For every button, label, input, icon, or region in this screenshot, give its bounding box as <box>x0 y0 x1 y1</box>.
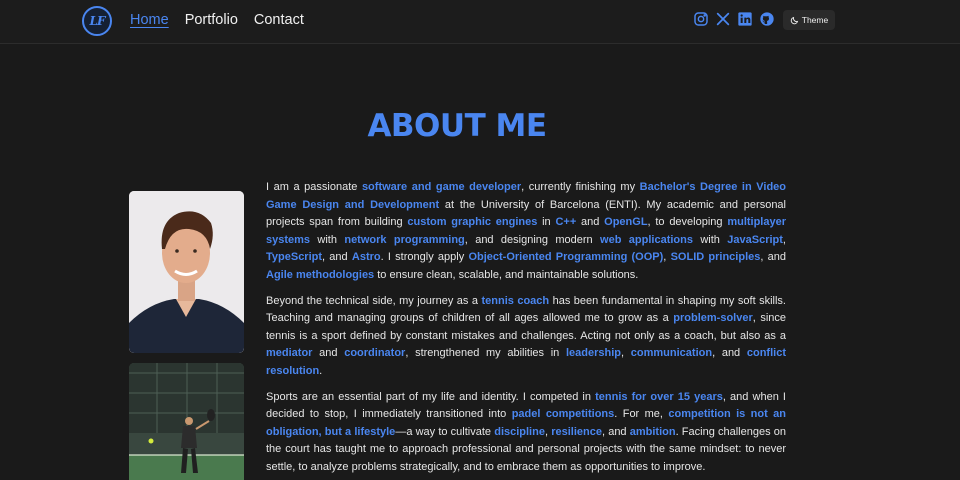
body-text: , and designing modern <box>464 233 601 246</box>
body-text: , and <box>322 251 352 263</box>
github-icon[interactable] <box>759 11 775 27</box>
body-text: . <box>319 364 323 377</box>
highlighted-text: ambition <box>629 425 676 438</box>
body-text: to ensure clean, scalable, and maintaina… <box>374 268 639 281</box>
highlighted-text: discipline <box>494 425 545 438</box>
body-text: with <box>310 233 345 246</box>
social-links <box>693 11 775 27</box>
body-text: , <box>663 251 671 263</box>
highlighted-text: network programming <box>344 233 465 246</box>
body-text: , and <box>712 347 747 359</box>
highlighted-text: JavaScript <box>727 233 783 246</box>
about-text: I am a passionate software and game deve… <box>266 179 786 480</box>
about-paragraph: Beyond the technical side, my journey as… <box>266 293 786 381</box>
body-text: , <box>782 233 786 246</box>
highlighted-text: Object-Oriented Programming (OOP) <box>468 251 664 263</box>
highlighted-text: SOLID principles <box>670 251 761 263</box>
body-text: . I strongly apply <box>380 251 469 263</box>
highlighted-text: C++ <box>555 216 577 228</box>
logo[interactable]: LF <box>82 6 112 36</box>
padel-photo <box>129 363 244 480</box>
navbar: LF Home Portfolio Contact Theme <box>0 0 960 44</box>
body-text: in <box>537 216 556 228</box>
highlighted-text: mediator <box>266 347 313 359</box>
highlighted-text: problem-solver <box>673 312 753 324</box>
body-text: Sports are an essential part of my life … <box>266 390 596 403</box>
highlighted-text: tennis coach <box>481 294 550 307</box>
about-paragraph: Sports are an essential part of my life … <box>266 389 786 477</box>
highlighted-text: resilience <box>551 425 602 438</box>
body-text: Beyond the technical side, my journey as… <box>266 294 482 307</box>
body-text: , currently finishing my <box>521 181 640 193</box>
highlighted-text: leadership <box>566 347 622 359</box>
body-text: , to developing <box>647 216 728 228</box>
highlighted-text: coordinator <box>344 347 406 359</box>
moon-icon <box>790 16 798 24</box>
nav-link-contact[interactable]: Contact <box>254 12 304 28</box>
body-text: . For me, <box>614 408 669 420</box>
body-text: I am a passionate <box>266 181 362 193</box>
theme-toggle-button[interactable]: Theme <box>783 10 835 30</box>
body-text: with <box>692 233 728 246</box>
page-title: ABOUT ME <box>367 108 547 144</box>
highlighted-text: OpenGL <box>604 216 648 228</box>
highlighted-text: TypeScript <box>266 251 323 263</box>
body-text: , <box>621 347 631 359</box>
highlighted-text: communication <box>630 347 713 359</box>
nav-link-home[interactable]: Home <box>130 12 169 28</box>
x-icon[interactable] <box>715 11 731 27</box>
instagram-icon[interactable] <box>693 11 709 27</box>
body-text: , and <box>760 251 787 263</box>
highlighted-text: Agile methodologies <box>266 268 375 281</box>
nav-link-portfolio[interactable]: Portfolio <box>185 12 238 28</box>
body-text: , and <box>601 425 630 438</box>
highlighted-text: web applications <box>600 233 693 246</box>
highlighted-text: padel competitions <box>511 408 615 420</box>
highlighted-text: Astro <box>351 251 381 263</box>
body-text: and <box>576 216 605 228</box>
nav-links: Home Portfolio Contact <box>130 12 304 28</box>
highlighted-text: software and game developer <box>361 181 522 193</box>
portrait-photo <box>129 191 244 353</box>
linkedin-icon[interactable] <box>737 11 753 27</box>
highlighted-text: tennis for over 15 years <box>595 390 723 403</box>
body-text: , strengthened my abilities in <box>405 347 566 359</box>
about-paragraph: I am a passionate software and game deve… <box>266 179 786 284</box>
theme-label: Theme <box>801 15 829 25</box>
highlighted-text: custom graphic engines <box>407 216 538 228</box>
body-text: and <box>312 347 345 359</box>
body-text: —a way to cultivate <box>395 425 495 438</box>
